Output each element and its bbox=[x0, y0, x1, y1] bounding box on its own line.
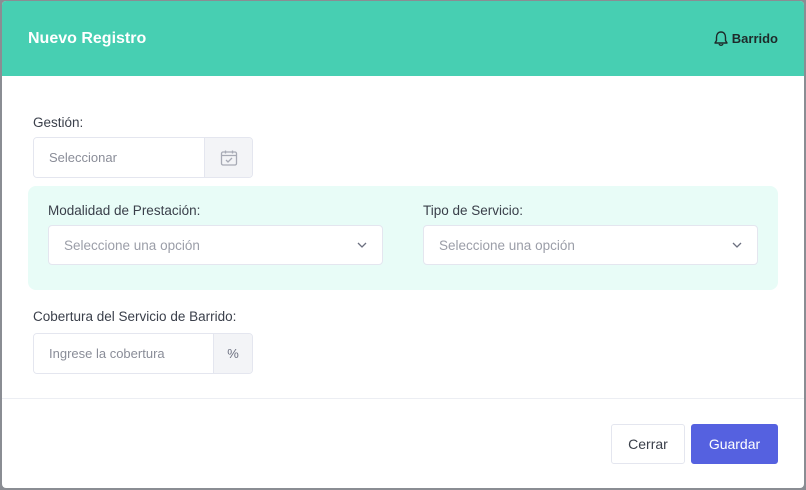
calendar-icon bbox=[220, 150, 237, 166]
chevron-down-icon bbox=[357, 242, 367, 248]
modal-body: Gestión: Modalidad de Prestación: Selecc… bbox=[2, 76, 804, 398]
cobertura-label: Cobertura del Servicio de Barrido: bbox=[33, 309, 237, 324]
gestion-label: Gestión: bbox=[33, 115, 84, 130]
gestion-field bbox=[33, 137, 253, 178]
cobertura-field: % bbox=[33, 333, 253, 374]
tipo-servicio-label: Tipo de Servicio: bbox=[423, 203, 524, 218]
chevron-down-icon bbox=[732, 242, 742, 248]
service-panel: Modalidad de Prestación: Seleccione una … bbox=[28, 186, 778, 290]
cancel-button[interactable]: Cerrar bbox=[611, 424, 685, 464]
modal-title: Nuevo Registro bbox=[28, 29, 147, 47]
module-badge: Barrido bbox=[712, 30, 778, 48]
modalidad-selected: Seleccione una opción bbox=[64, 237, 200, 253]
bell-icon bbox=[714, 30, 728, 46]
modal-header: Nuevo Registro Barrido bbox=[2, 1, 804, 76]
new-record-modal: Nuevo Registro Barrido Gestión: Seleccio… bbox=[2, 1, 804, 488]
percent-addon: % bbox=[213, 334, 252, 373]
tipo-servicio-select[interactable]: Seleccione una opción bbox=[423, 225, 758, 265]
cobertura-input[interactable] bbox=[34, 334, 213, 373]
modalidad-label: Modalidad de Prestación: bbox=[48, 203, 201, 218]
footer-divider bbox=[2, 398, 804, 399]
calendar-button[interactable] bbox=[204, 138, 252, 177]
gestion-input[interactable] bbox=[34, 138, 204, 177]
save-button[interactable]: Guardar bbox=[691, 424, 778, 464]
tipo-servicio-selected: Seleccione una opción bbox=[439, 237, 575, 253]
badge-label: Barrido bbox=[731, 31, 778, 46]
modalidad-select[interactable]: Seleccione una opción bbox=[48, 225, 383, 265]
